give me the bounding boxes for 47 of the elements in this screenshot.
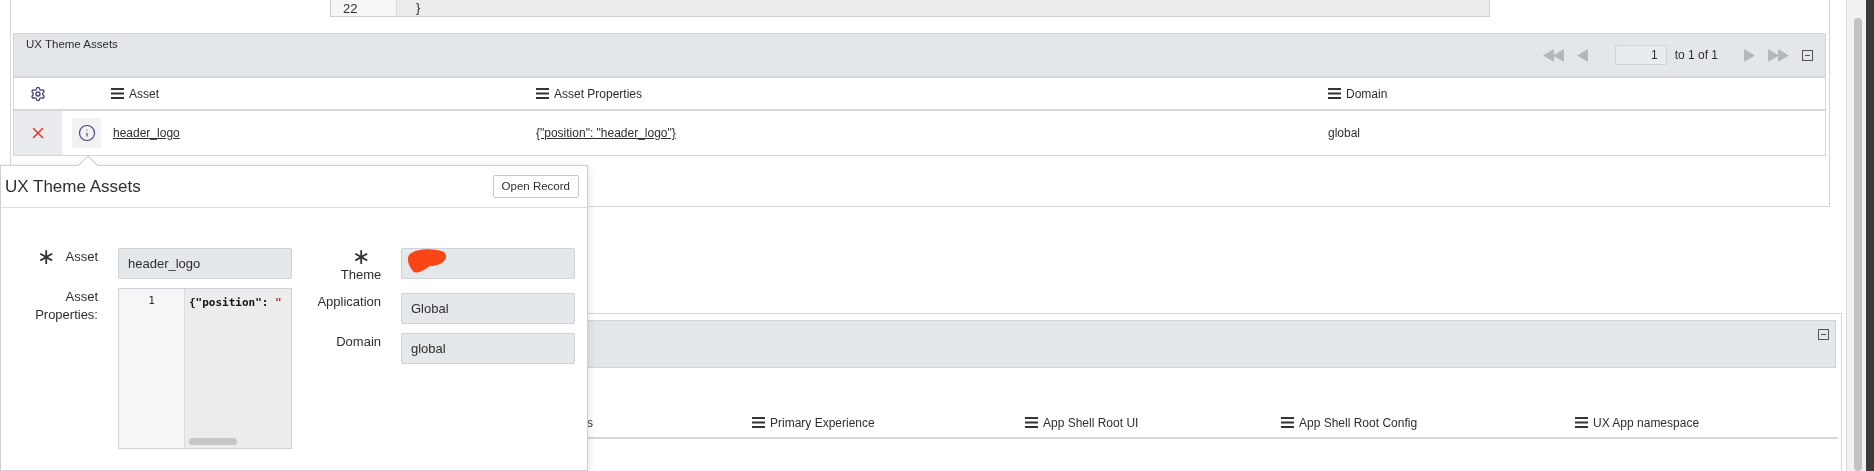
read-only-field[interactable]: [401, 248, 575, 279]
column-header[interactable]: s: [587, 413, 593, 432]
page-scrollbar[interactable]: [1846, 0, 1874, 471]
open-record-button[interactable]: Open Record: [492, 175, 579, 198]
table-cell: global: [1328, 126, 1361, 141]
page-field[interactable]: 1: [1614, 45, 1667, 65]
record-link[interactable]: header_logo: [113, 126, 180, 141]
read-only-field[interactable]: global: [401, 333, 575, 364]
required-mark: ∗: [352, 248, 370, 266]
column-header[interactable]: Asset Properties: [554, 84, 643, 103]
code-line: }: [415, 0, 421, 16]
popup-title: UX Theme Assets: [5, 175, 141, 198]
required-mark: ∗: [37, 248, 56, 266]
code-line: {"position": ": [189, 296, 282, 309]
read-only-field[interactable]: Global: [401, 293, 575, 324]
read-only-field[interactable]: header_logo: [118, 248, 292, 279]
menu-icon[interactable]: [1281, 417, 1294, 429]
column-header[interactable]: App Shell Root Config: [1299, 413, 1418, 432]
page-range: to 1 of 1: [1674, 47, 1718, 64]
code-editor[interactable]: 1 {"position": ": [118, 288, 292, 449]
info-icon: [77, 124, 96, 142]
menu-icon[interactable]: [111, 88, 124, 99]
menu-icon[interactable]: [1025, 417, 1038, 429]
menu-icon[interactable]: [536, 88, 549, 99]
collapse-icon[interactable]: [1818, 328, 1829, 340]
field-label: Asset Properties:: [34, 288, 98, 324]
field-label: Application: [317, 293, 381, 311]
field-label: Asset: [65, 248, 98, 266]
column-header[interactable]: Primary Experience: [770, 413, 875, 432]
code-editor[interactable]: 22 }: [330, 0, 1490, 17]
collapse-icon[interactable]: [1802, 49, 1813, 61]
column-header[interactable]: UX App namespace: [1593, 413, 1700, 432]
field-label: Domain: [336, 333, 381, 351]
info-button[interactable]: [72, 118, 101, 148]
column-header[interactable]: App Shell Root UI: [1043, 413, 1139, 432]
line-number: 22: [343, 0, 358, 16]
horizontal-scrollbar[interactable]: [189, 438, 237, 445]
field-label: Theme: [340, 266, 382, 284]
menu-icon[interactable]: [1328, 88, 1341, 99]
list-title: UX Theme Assets: [26, 37, 118, 53]
column-header[interactable]: Asset: [129, 84, 159, 103]
line-number: 1: [148, 293, 155, 309]
properties-link[interactable]: {"position": "header_logo"}: [536, 126, 676, 141]
settings-icon[interactable]: [30, 85, 46, 102]
menu-icon[interactable]: [752, 417, 765, 429]
column-header[interactable]: Domain: [1346, 84, 1388, 103]
menu-icon[interactable]: [1575, 417, 1588, 429]
